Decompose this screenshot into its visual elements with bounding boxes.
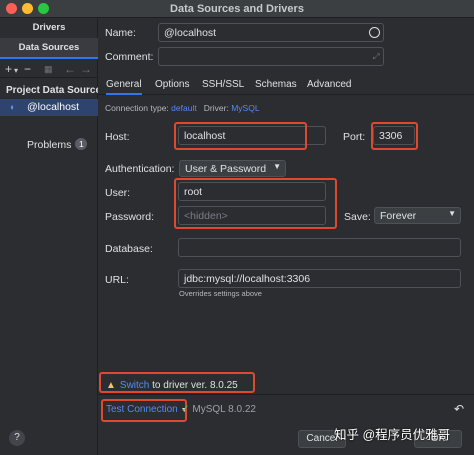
chevron-down-icon: ▼ — [448, 209, 456, 218]
name-field[interactable]: @localhost — [158, 23, 384, 42]
back-arrow-icon[interactable]: ← — [64, 62, 76, 76]
connection-type-label: Connection type: — [105, 103, 169, 113]
main-panel: Name: @localhost Comment: ⤢ General Opti… — [98, 18, 474, 455]
host-label: Host: — [105, 131, 130, 143]
color-circle-icon[interactable] — [369, 27, 380, 38]
database-field[interactable] — [178, 238, 461, 257]
tab-ssh-ssl[interactable]: SSH/SSL — [202, 79, 244, 90]
sidebar-section-heading: Project Data Source — [6, 85, 102, 96]
database-label: Database: — [105, 243, 153, 255]
settings-tabs: General Options SSH/SSL Schemas Advanced — [98, 75, 474, 95]
tab-options[interactable]: Options — [155, 79, 189, 90]
port-highlight-box — [371, 122, 418, 150]
check-icon: ✓ — [181, 404, 190, 415]
authentication-select[interactable]: User & Password ▼ — [179, 160, 286, 177]
sidebar: Drivers Data Sources + ▾ − ▦ ← → Project… — [0, 18, 102, 455]
help-button[interactable]: ? — [9, 430, 25, 446]
test-connection-highlight-box — [101, 399, 187, 422]
sidebar-toolbar: + ▾ − ▦ ← → — [0, 60, 98, 78]
dropdown-arrow-icon[interactable]: ▾ — [14, 66, 18, 75]
problems-item[interactable]: Problems 1 — [27, 138, 88, 151]
save-select[interactable]: Forever ▼ — [374, 207, 461, 224]
authentication-label: Authentication: — [105, 163, 175, 175]
authentication-value: User & Password — [185, 163, 267, 175]
driver-link[interactable]: MySQL — [231, 103, 259, 113]
url-field[interactable]: jdbc:mysql://localhost:3306 — [178, 269, 461, 288]
save-value: Forever — [380, 210, 417, 222]
tab-advanced[interactable]: Advanced — [307, 79, 351, 90]
mysql-datasource-icon: ◐ — [10, 102, 16, 112]
driver-label: Driver: — [203, 103, 229, 113]
chevron-down-icon: ▼ — [273, 162, 281, 171]
add-icon[interactable]: + — [5, 62, 12, 76]
window-title: Data Sources and Drivers — [170, 3, 304, 15]
forward-arrow-icon[interactable]: → — [80, 62, 92, 76]
credentials-highlight-box — [174, 178, 337, 229]
url-label: URL: — [105, 274, 129, 286]
problems-label: Problems — [27, 139, 72, 151]
connection-type-link[interactable]: default — [171, 103, 197, 113]
sidebar-item-localhost[interactable]: ◐ @localhost — [0, 99, 98, 116]
host-highlight-box — [174, 122, 307, 150]
mysql-version-text: MySQL 8.0.22 — [192, 404, 256, 415]
port-label: Port: — [343, 131, 366, 143]
connection-type-row: Connection type: default Driver: MySQL — [105, 103, 260, 113]
copy-icon[interactable]: ▦ — [44, 64, 53, 75]
sidebar-item-label: @localhost — [27, 101, 80, 113]
tab-drivers[interactable]: Drivers — [0, 22, 98, 33]
comment-field[interactable] — [158, 47, 384, 66]
expand-icon[interactable]: ⤢ — [373, 52, 379, 62]
tab-data-sources[interactable]: Data Sources — [0, 38, 98, 59]
remove-icon[interactable]: − — [24, 62, 31, 76]
password-label: Password: — [105, 211, 155, 223]
tab-schemas[interactable]: Schemas — [255, 79, 297, 90]
dialog-window: Data Sources and Drivers Drivers Data So… — [0, 0, 474, 455]
url-hint: Overrides settings above — [179, 289, 262, 298]
connection-status: ✓ MySQL 8.0.22 — [181, 404, 256, 415]
warning-highlight-box — [99, 372, 255, 393]
footer-divider — [98, 394, 474, 395]
watermark-text: 知乎 @程序员优雅哥 — [334, 428, 451, 442]
tab-general[interactable]: General — [106, 79, 142, 95]
comment-label: Comment: — [105, 51, 154, 63]
revert-icon[interactable]: ↶ — [454, 402, 464, 416]
save-label: Save: — [344, 211, 371, 223]
user-label: User: — [105, 187, 131, 199]
title-bar: Data Sources and Drivers — [0, 0, 474, 18]
name-label: Name: — [105, 27, 136, 39]
problems-count-badge: 1 — [75, 138, 88, 150]
